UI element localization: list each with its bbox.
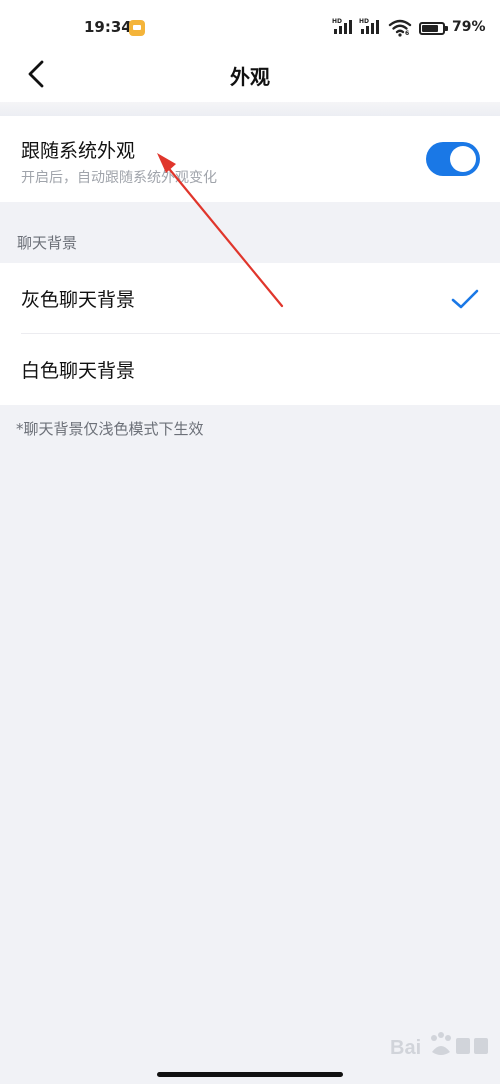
follow-system-description: 开启后，自动跟随系统外观变化 [21, 170, 217, 186]
toggle-knob [450, 146, 476, 172]
battery-percent: 79% [452, 19, 486, 35]
page-title: 外观 [230, 65, 270, 89]
follow-system-card: 跟随系统外观 开启后，自动跟随系统外观变化 [0, 116, 500, 202]
signal-hd-label: HD [332, 18, 343, 25]
chat-background-option-gray[interactable]: 灰色聊天背景 [0, 263, 500, 334]
signal-hd-label-2: HD [359, 18, 370, 25]
wifi-subscript: 6 [405, 30, 410, 37]
signal-icon-2: HD [359, 18, 383, 36]
chat-background-option-white[interactable]: 白色聊天背景 [0, 334, 500, 405]
chat-background-option-label: 白色聊天背景 [21, 360, 136, 382]
chat-background-section-label: 聊天背景 [17, 234, 78, 252]
status-time: 19:34 [84, 18, 132, 36]
follow-system-title: 跟随系统外观 [21, 140, 136, 162]
follow-system-toggle[interactable] [426, 142, 480, 176]
signal-icon: HD [332, 18, 356, 36]
svg-text:Bai: Bai [390, 1037, 421, 1059]
chat-background-note: *聊天背景仅浅色模式下生效 [16, 420, 204, 438]
home-indicator [157, 1072, 343, 1077]
notification-icon [129, 20, 145, 36]
check-icon [451, 289, 479, 309]
chat-background-card: 灰色聊天背景 白色聊天背景 [0, 263, 500, 405]
nav-divider [0, 102, 500, 116]
chat-background-option-label: 灰色聊天背景 [21, 289, 136, 311]
nav-bar: 外观 [0, 46, 500, 102]
battery-icon [419, 22, 448, 35]
watermark-logo-icon: Bai [390, 1032, 488, 1059]
